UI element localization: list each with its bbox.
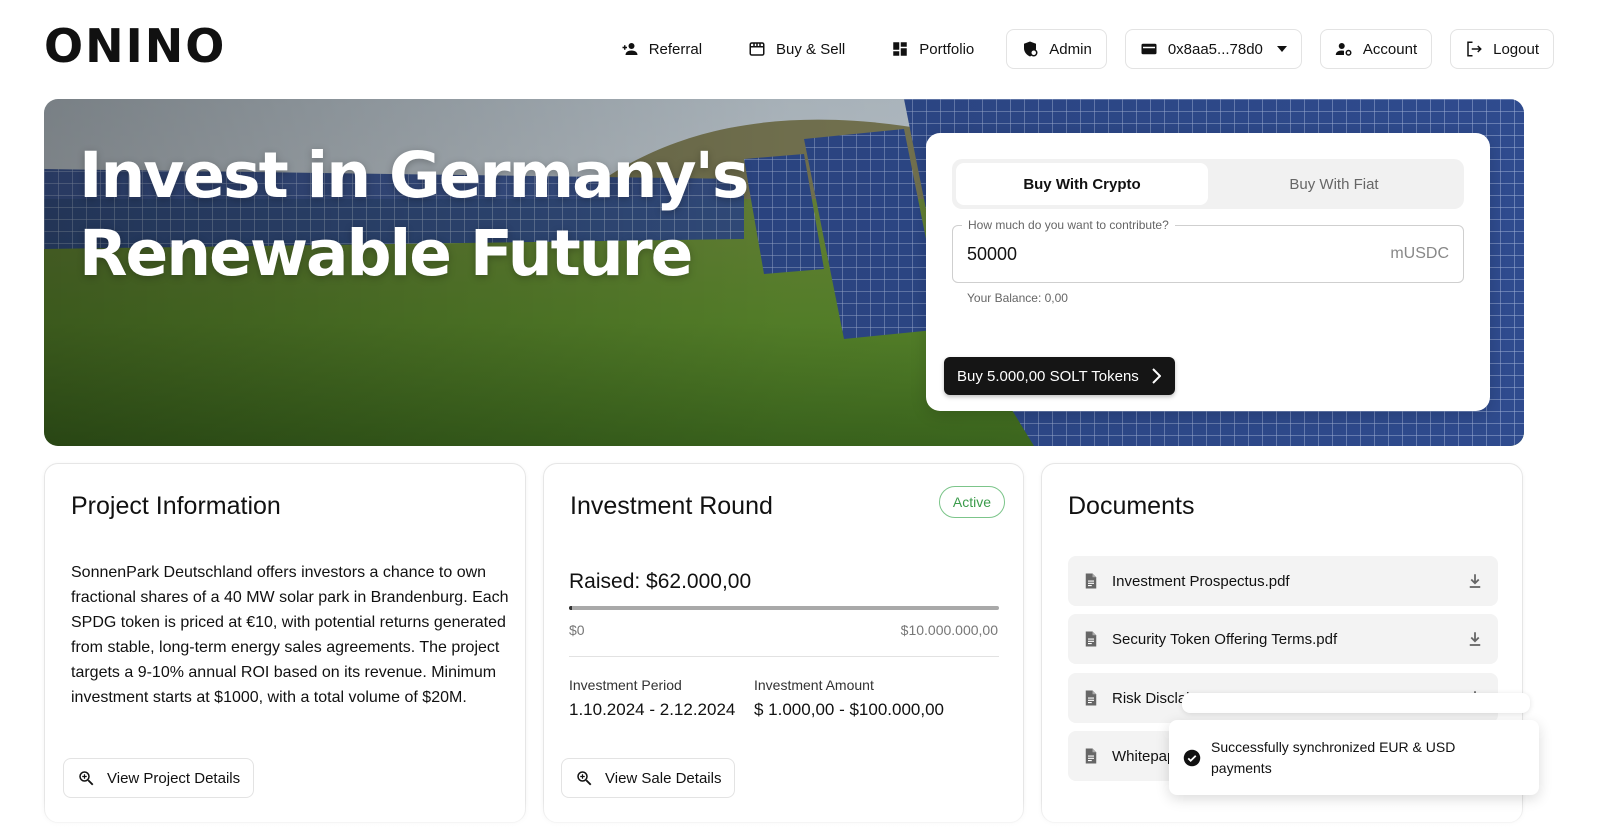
buy-tokens-button[interactable]: Buy 5.000,00 SOLT Tokens	[944, 357, 1175, 395]
add-user-icon	[622, 43, 638, 55]
view-project-details-label: View Project Details	[107, 769, 241, 787]
tab-buy-with-crypto[interactable]: Buy With Crypto	[956, 163, 1208, 205]
view-sale-details-button[interactable]: View Sale Details	[561, 758, 736, 798]
tab-buy-with-fiat[interactable]: Buy With Fiat	[1208, 163, 1460, 205]
project-description: SonnenPark Deutschland offers investors …	[71, 564, 509, 706]
nav-items: Referral Buy & Sell Portfolio Admin 0x8a…	[607, 29, 1554, 69]
toast-message: Successfully synchronized EUR & USD paym…	[1211, 738, 1456, 776]
contribution-field: How much do you want to contribute? mUSD…	[952, 218, 1464, 283]
raise-min: $0	[569, 622, 585, 638]
chevron-down-icon	[1276, 46, 1287, 52]
view-project-details-button[interactable]: View Project Details	[63, 758, 255, 798]
download-icon[interactable]	[1466, 572, 1484, 590]
search-zoom-icon	[577, 771, 592, 786]
document-name: Investment Prospectus.pdf	[1112, 572, 1290, 590]
wallet-balance: Your Balance: 0,00	[967, 291, 1068, 305]
document-icon	[1085, 573, 1097, 589]
top-nav: ONINO Referral Buy & Sell Portfolio Admi…	[0, 0, 1600, 100]
investment-period-label: Investment Period	[569, 677, 682, 693]
store-icon	[749, 42, 765, 56]
raise-progress-bar	[569, 606, 999, 610]
nav-portfolio[interactable]: Portfolio	[877, 29, 988, 69]
investment-amount-value: $ 1.000,00 - $100.000,00	[754, 700, 944, 719]
document-name: Security Token Offering Terms.pdf	[1112, 630, 1338, 648]
onino-logo[interactable]: ONINO	[44, 23, 226, 69]
divider	[569, 656, 999, 657]
document-item[interactable]: Investment Prospectus.pdf	[1068, 556, 1498, 606]
admin-shield-icon	[1024, 41, 1038, 57]
buy-tokens-label: Buy 5.000,00 SOLT Tokens	[957, 367, 1139, 385]
nav-buy-sell[interactable]: Buy & Sell	[734, 29, 859, 69]
raise-max: $10.000.000,00	[900, 622, 998, 638]
investment-amount-label: Investment Amount	[754, 677, 874, 693]
status-badge: Active	[938, 486, 1005, 518]
logout-label: Logout	[1493, 40, 1539, 58]
buy-card: Buy With Crypto Buy With Fiat How much d…	[926, 133, 1490, 411]
chevron-right-icon	[1152, 368, 1161, 384]
nav-referral[interactable]: Referral	[607, 29, 716, 69]
document-icon	[1085, 631, 1097, 647]
wallet-address: 0x8aa5...78d0	[1167, 40, 1263, 58]
nav-referral-label: Referral	[648, 40, 703, 58]
dashboard-icon	[893, 42, 907, 56]
check-circle-icon	[1183, 749, 1201, 766]
contribution-input[interactable]	[967, 226, 1347, 282]
nav-buy-sell-label: Buy & Sell	[776, 40, 846, 58]
nav-account[interactable]: Account	[1319, 29, 1433, 69]
user-settings-icon	[1335, 43, 1352, 56]
currency-unit: mUSDC	[1390, 245, 1449, 262]
document-icon	[1085, 748, 1097, 764]
nav-admin-label: Admin	[1049, 40, 1092, 58]
raised-amount: Raised: $62.000,00	[569, 570, 752, 593]
wallet-dropdown[interactable]: 0x8aa5...78d0	[1124, 29, 1302, 69]
project-information-title: Project Information	[71, 492, 281, 520]
view-sale-details-label: View Sale Details	[605, 769, 722, 787]
nav-admin[interactable]: Admin	[1006, 29, 1107, 69]
nav-portfolio-label: Portfolio	[919, 40, 975, 58]
raise-progress-fill	[569, 606, 572, 610]
search-zoom-icon	[79, 771, 94, 786]
investment-round-title: Investment Round	[570, 492, 773, 520]
document-name: Whitepap	[1112, 747, 1176, 765]
logout-icon	[1467, 41, 1482, 57]
investment-round-card: Investment Round Active Raised: $62.000,…	[543, 463, 1024, 823]
download-icon[interactable]	[1466, 630, 1484, 648]
hero-banner: Invest in Germany's Renewable Future Buy…	[44, 99, 1524, 446]
payment-tabs: Buy With Crypto Buy With Fiat	[952, 159, 1464, 209]
investment-period-value: 1.10.2024 - 2.12.2024	[569, 700, 736, 719]
hero-title-line-2: Renewable Future	[79, 217, 693, 290]
document-item[interactable]: Security Token Offering Terms.pdf	[1068, 614, 1498, 664]
hero-title: Invest in Germany's Renewable Future	[79, 137, 749, 293]
hero-title-line-1: Invest in Germany's	[79, 139, 749, 212]
nav-account-label: Account	[1362, 40, 1418, 58]
document-icon	[1085, 690, 1097, 706]
success-toast[interactable]: Successfully synchronized EUR & USD paym…	[1169, 720, 1539, 795]
project-information-card: Project Information SonnenPark Deutschla…	[44, 463, 526, 823]
toast-stack-background	[1182, 693, 1530, 713]
wallet-icon	[1141, 43, 1157, 55]
logout-button[interactable]: Logout	[1450, 29, 1554, 69]
documents-title: Documents	[1068, 492, 1195, 520]
